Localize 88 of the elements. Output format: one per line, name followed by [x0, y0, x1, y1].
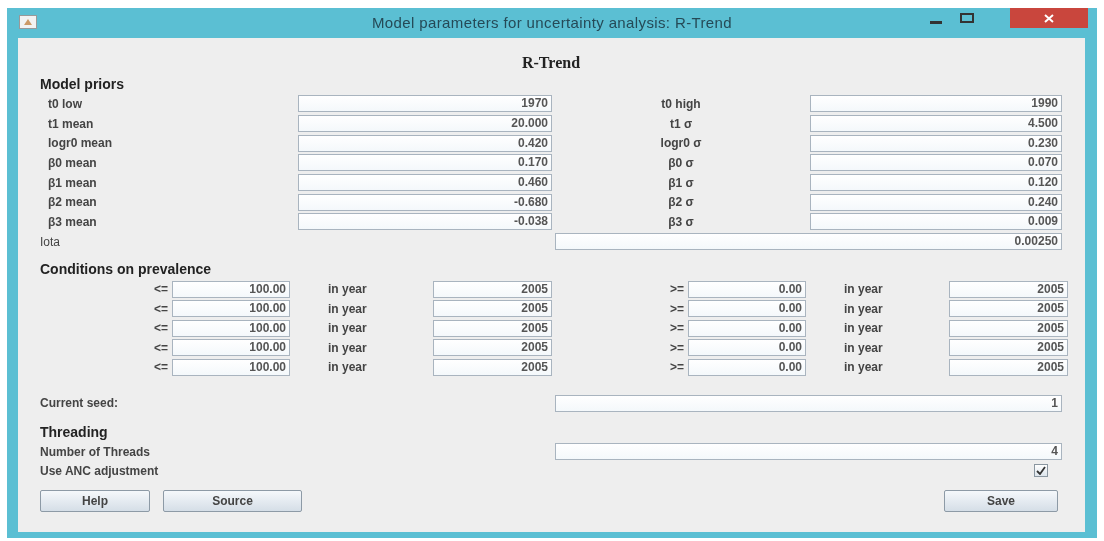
field-label: in year [328, 340, 367, 355]
text-field[interactable]: 2005 [433, 358, 552, 376]
text-field[interactable]: 1970 [298, 95, 552, 113]
operator-label: <= [154, 340, 168, 355]
text-field[interactable]: 100.00 [172, 319, 290, 337]
field-label: in year [328, 321, 367, 336]
dialog-button[interactable]: Help [40, 490, 150, 512]
field-label: in year [328, 282, 367, 297]
field-label: β1 σ [668, 175, 694, 190]
text-field[interactable]: 2005 [949, 358, 1068, 376]
window-title: Model parameters for uncertainty analysis: R-Trend [372, 12, 732, 33]
field-label: Number of Threads [40, 444, 150, 459]
text-field[interactable]: 100.00 [172, 280, 290, 298]
section-heading: Conditions on prevalence [40, 260, 212, 279]
field-label: logr0 mean [48, 136, 113, 151]
text-field[interactable]: -0.038 [298, 213, 552, 231]
field-label: β3 σ [668, 214, 694, 229]
section-heading: Model priors [40, 74, 124, 94]
field-label: β2 mean [48, 195, 97, 210]
text-field[interactable]: 0.00 [688, 358, 806, 376]
maximize-icon[interactable] [960, 13, 974, 23]
field-label: in year [844, 321, 883, 336]
field-label: in year [844, 301, 883, 316]
field-label: in year [328, 301, 367, 316]
text-field[interactable]: 100.00 [172, 300, 290, 318]
text-field[interactable]: 100.00 [172, 339, 290, 357]
save-button[interactable]: Save [944, 490, 1058, 512]
text-field[interactable]: 0.240 [810, 193, 1062, 211]
field-label: in year [844, 282, 883, 297]
text-field[interactable]: 2005 [949, 319, 1068, 337]
text-field[interactable]: 2005 [433, 300, 552, 318]
text-field[interactable]: 0.00 [688, 280, 806, 298]
text-field[interactable]: 0.00 [688, 339, 806, 357]
text-field[interactable]: 4.500 [810, 115, 1062, 133]
text-field[interactable]: 0.00 [688, 319, 806, 337]
app-icon [19, 15, 37, 29]
checkbox[interactable] [1034, 464, 1048, 477]
operator-label: <= [154, 360, 168, 375]
dialog-heading: R-Trend [521, 53, 581, 73]
text-field[interactable]: -0.680 [298, 193, 552, 211]
field-label: t1 σ [669, 116, 693, 131]
text-field[interactable]: 0.230 [810, 134, 1062, 152]
text-field[interactable]: 0.460 [298, 174, 552, 192]
text-field[interactable]: 0.420 [298, 134, 552, 152]
field-label: β1 mean [48, 175, 97, 190]
field-label: t0 low [48, 96, 82, 111]
field-label: Iota [40, 234, 60, 249]
field-label: β2 σ [668, 195, 694, 210]
text-field[interactable]: 0.120 [810, 174, 1062, 192]
field-label: Use ANC adjustment [40, 462, 159, 480]
field-label: Current seed: [40, 396, 119, 410]
text-field[interactable]: 0.070 [810, 154, 1062, 172]
field-label: in year [844, 360, 883, 375]
section-heading: Threading [40, 422, 108, 442]
operator-label: >= [670, 282, 684, 297]
field-label: t0 high [661, 96, 701, 111]
text-field[interactable]: 0.009 [810, 213, 1062, 231]
field-label: logr0 σ [660, 136, 702, 151]
operator-label: <= [154, 321, 168, 336]
text-field[interactable]: 2005 [949, 339, 1068, 357]
field-label: β3 mean [48, 214, 97, 229]
operator-label: <= [154, 301, 168, 316]
operator-label: >= [670, 340, 684, 355]
field-label: t1 mean [48, 116, 94, 131]
dialog-button[interactable]: Source [163, 490, 302, 512]
text-field[interactable]: 2005 [949, 300, 1068, 318]
field-label: in year [328, 360, 367, 375]
text-field[interactable]: 0.00250 [555, 233, 1062, 251]
text-field[interactable]: 1990 [810, 95, 1062, 113]
text-field[interactable]: 2005 [433, 280, 552, 298]
field-label: β0 σ [668, 155, 694, 170]
text-field[interactable]: 0.00 [688, 300, 806, 318]
close-button[interactable] [1010, 8, 1088, 28]
field-label: in year [844, 340, 883, 355]
text-field[interactable]: 2005 [433, 319, 552, 337]
text-field[interactable]: 2005 [949, 280, 1068, 298]
field-label: β0 mean [48, 155, 97, 170]
close-icon [1044, 13, 1054, 23]
text-field[interactable]: 0.170 [298, 154, 552, 172]
operator-label: >= [670, 301, 684, 316]
operator-label: >= [670, 360, 684, 375]
text-field[interactable]: 100.00 [172, 358, 290, 376]
text-field[interactable]: 1 [555, 394, 1062, 412]
text-field[interactable]: 20.000 [298, 115, 552, 133]
text-field[interactable]: 2005 [433, 339, 552, 357]
operator-label: >= [670, 321, 684, 336]
text-field[interactable]: 4 [555, 443, 1062, 460]
operator-label: <= [154, 282, 168, 297]
